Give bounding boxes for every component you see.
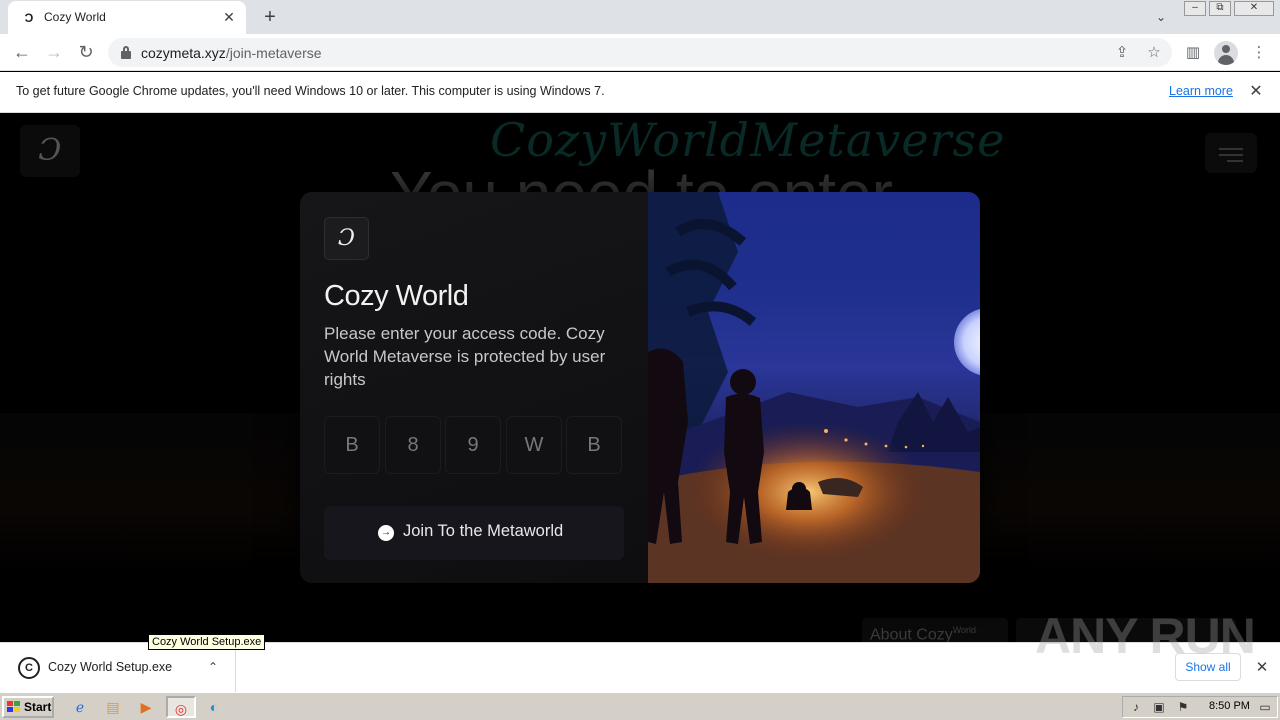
restore-button[interactable]: ⧉ <box>1209 1 1231 16</box>
edge-icon[interactable]: ◐ <box>202 696 226 718</box>
tab-title: Cozy World <box>44 10 106 24</box>
code-input-3[interactable]: 9 <box>445 416 501 474</box>
chrome-icon[interactable]: ◎ <box>166 696 196 718</box>
back-arrow-icon[interactable]: ← <box>10 41 34 63</box>
code-input-2[interactable]: 8 <box>385 416 441 474</box>
minimize-button[interactable]: – <box>1184 1 1206 16</box>
forward-arrow-icon[interactable]: → <box>42 41 66 63</box>
moon-shape <box>954 308 980 376</box>
reload-icon[interactable]: ↻ <box>74 41 98 63</box>
volume-icon[interactable]: ♪ <box>1128 699 1144 715</box>
modal-title: Cozy World <box>324 280 469 312</box>
browser-tab[interactable]: Ɔ Cozy World ✕ <box>8 1 246 34</box>
close-window-button[interactable]: ✕ <box>1234 1 1274 16</box>
access-code-modal: Ɔ Cozy World Please enter your access co… <box>300 192 980 583</box>
download-file-name: Cozy World Setup.exe <box>48 660 173 674</box>
infobar-message: To get future Google Chrome updates, you… <box>16 84 605 98</box>
menu-kebab-icon[interactable]: ⋮ <box>1248 42 1270 64</box>
tab-close-icon[interactable]: ✕ <box>220 8 238 26</box>
new-tab-button[interactable]: + <box>258 6 282 28</box>
download-item[interactable]: C Cozy World Setup.exe ⌃ <box>0 643 236 693</box>
share-icon[interactable]: ⇪ <box>1112 43 1132 63</box>
start-label: Start <box>24 700 52 714</box>
chevron-up-icon[interactable]: ⌃ <box>204 657 222 677</box>
hamburger-menu-icon[interactable] <box>1205 133 1257 173</box>
download-bar-close-icon[interactable]: ✕ <box>1252 658 1272 678</box>
profile-avatar-icon[interactable] <box>1214 41 1238 65</box>
setup-file-icon: C <box>18 657 40 679</box>
web-page: Ɔ CozyWorldMetaverse You need to enter A… <box>0 113 1280 642</box>
internet-explorer-icon[interactable]: ℯ <box>68 696 92 718</box>
windows-taskbar: Start ℯ ▤ ▶ ◎ ◐ ♪ ▣ ⚑ 8:50 PM ▭ <box>0 692 1280 720</box>
network-icon[interactable]: ▣ <box>1151 699 1167 715</box>
code-input-4[interactable]: W <box>506 416 562 474</box>
side-panel-icon[interactable]: ▥ <box>1182 42 1204 64</box>
action-center-flag-icon[interactable]: ⚑ <box>1175 699 1191 715</box>
media-player-icon[interactable]: ▶ <box>134 696 158 718</box>
url-text[interactable]: cozymeta.xyz/join-metaverse <box>141 45 322 61</box>
modal-form-panel: Ɔ Cozy World Please enter your access co… <box>300 192 648 583</box>
taskbar-clock[interactable]: 8:50 PM <box>1209 700 1250 712</box>
browser-toolbar: ← → ↻ cozymeta.xyz/join-metaverse ⇪ ☆ ▥ … <box>0 34 1280 71</box>
download-tooltip: Cozy World Setup.exe <box>148 634 266 650</box>
cozy-logo-icon: Ɔ <box>24 11 34 25</box>
learn-more-link[interactable]: Learn more <box>1169 84 1233 98</box>
anyrun-watermark: ANY RUN <box>1035 608 1256 664</box>
show-desktop-icon[interactable]: ▭ <box>1257 699 1273 715</box>
tab-strip: Ɔ Cozy World ✕ + ⌄ – ⧉ ✕ <box>0 0 1280 34</box>
lock-icon[interactable] <box>120 45 132 59</box>
night-scene-illustration <box>648 192 980 583</box>
update-infobar: To get future Google Chrome updates, you… <box>0 72 1280 113</box>
bookmark-star-icon[interactable]: ☆ <box>1144 43 1164 63</box>
cozy-logo-icon: Ɔ <box>324 217 369 260</box>
code-input-5[interactable]: B <box>566 416 622 474</box>
address-bar[interactable]: cozymeta.xyz/join-metaverse ⇪ ☆ <box>108 38 1172 67</box>
about-link[interactable]: About CozyWorld <box>862 618 1008 642</box>
file-explorer-icon[interactable]: ▤ <box>101 696 125 718</box>
code-input-1[interactable]: B <box>324 416 380 474</box>
arrow-right-circle-icon: → <box>378 525 394 541</box>
system-tray: ♪ ▣ ⚑ 8:50 PM ▭ <box>1122 696 1278 718</box>
modal-description: Please enter your access code. Cozy Worl… <box>324 324 606 389</box>
access-code-inputs: B 8 9 W B <box>324 416 624 474</box>
windows-flag-icon <box>7 701 20 713</box>
scene-artwork <box>648 192 980 583</box>
start-button[interactable]: Start <box>2 696 54 718</box>
infobar-close-icon[interactable]: ✕ <box>1246 82 1266 102</box>
join-button-label: Join To the Metaworld <box>403 522 564 540</box>
join-metaworld-button[interactable]: → Join To the Metaworld <box>324 506 624 560</box>
site-logo-icon[interactable]: Ɔ <box>20 125 80 177</box>
tab-search-chevron-icon[interactable]: ⌄ <box>1150 7 1172 27</box>
